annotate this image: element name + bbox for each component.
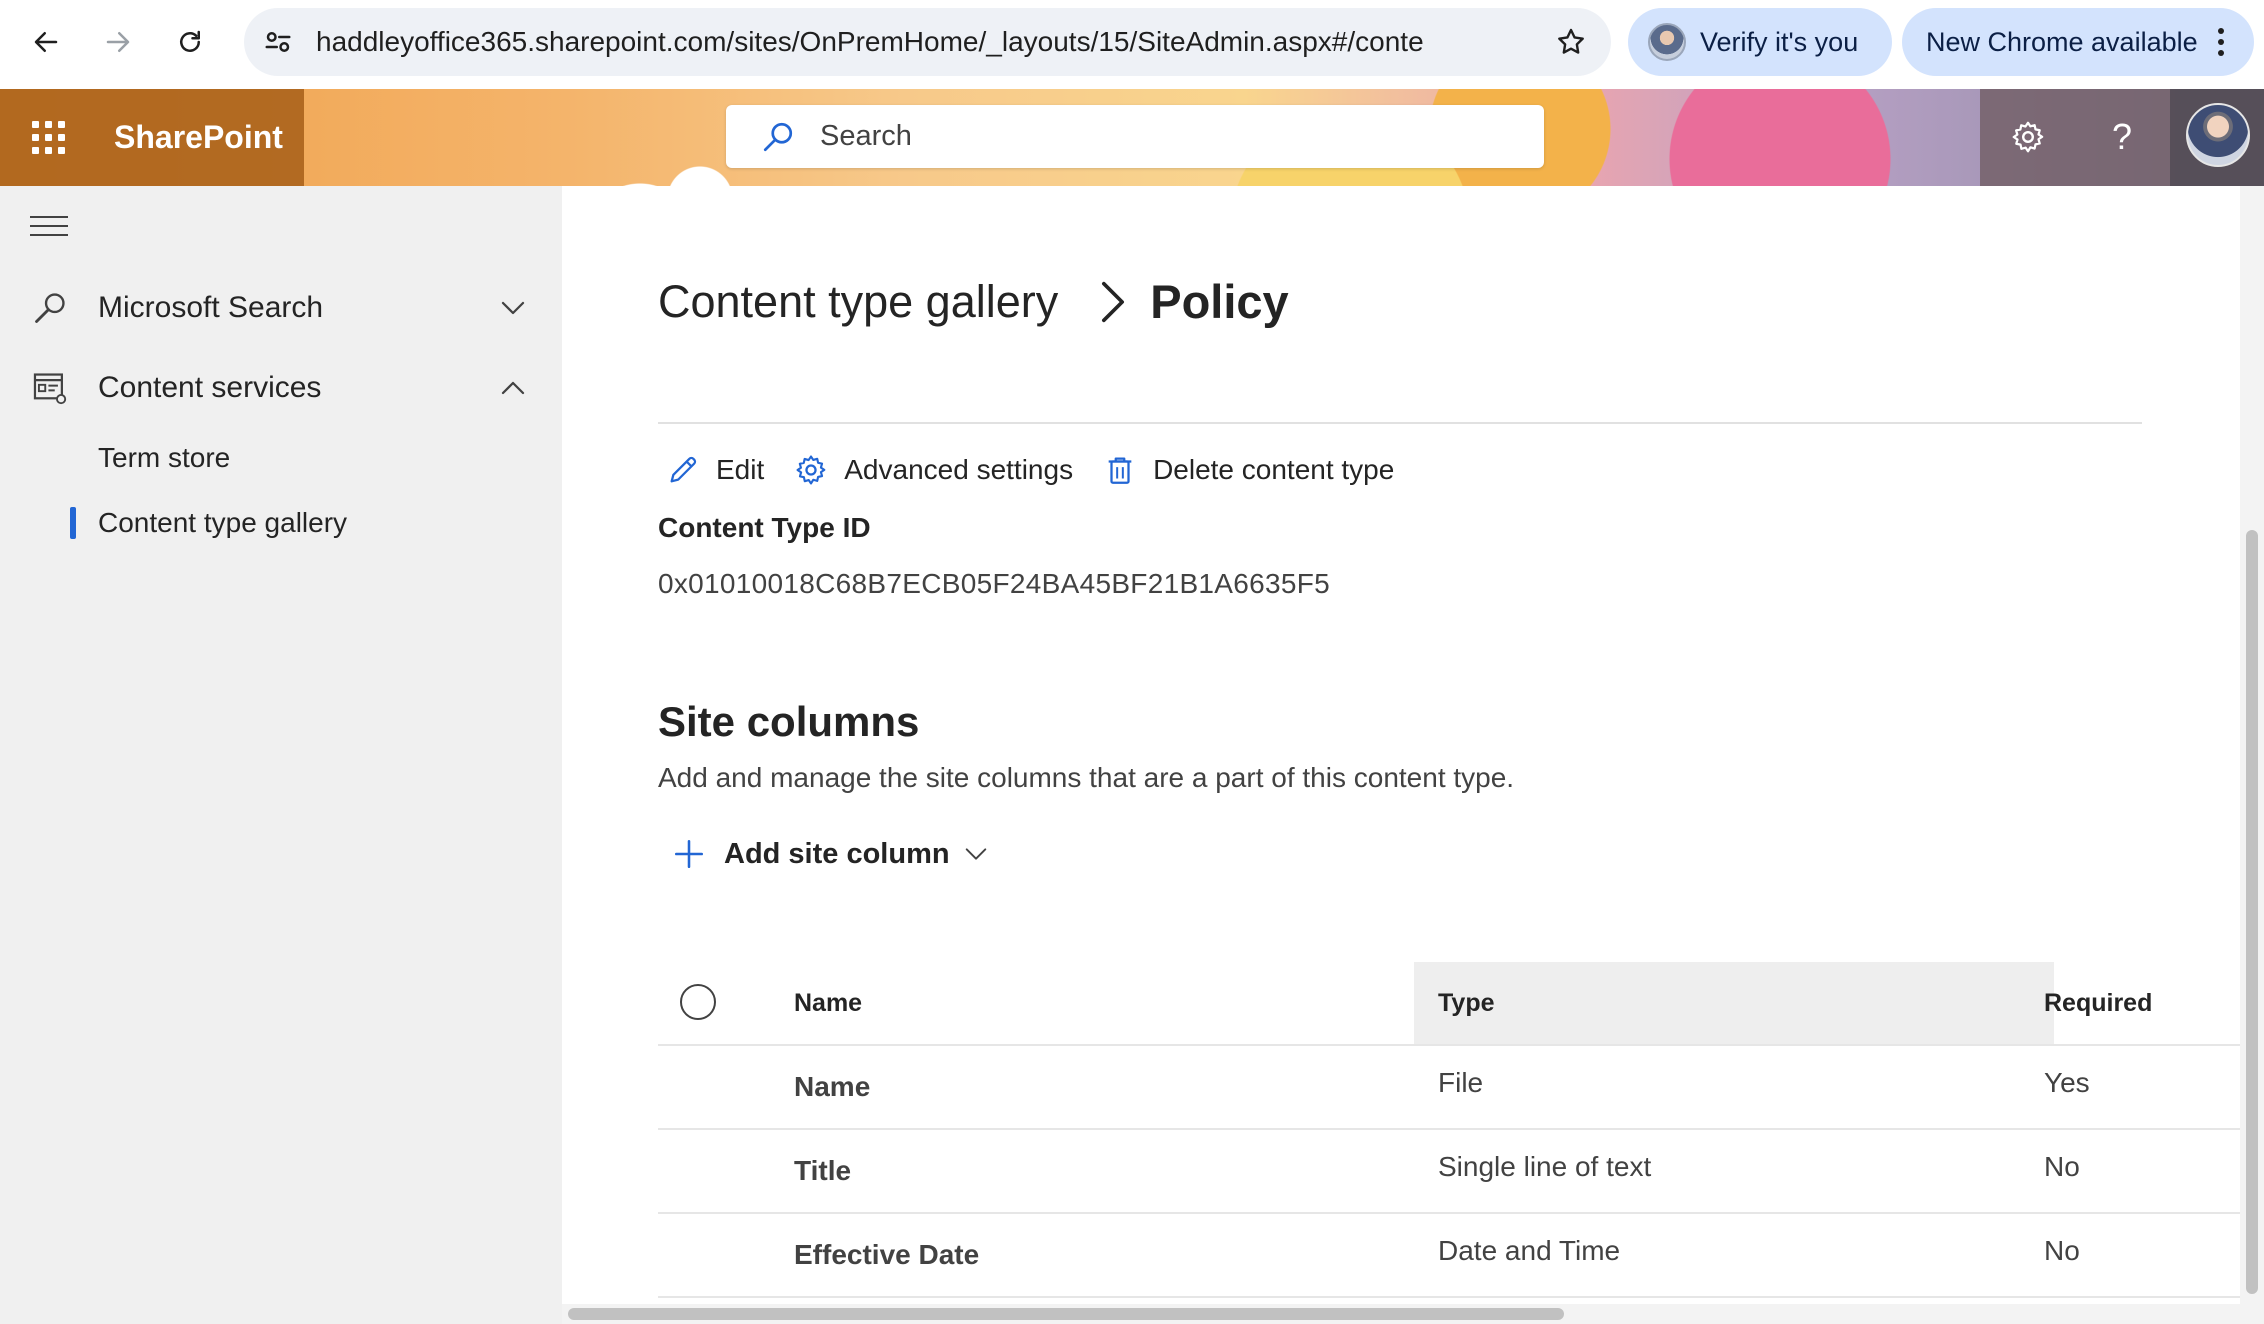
search-placeholder: Search xyxy=(820,120,912,152)
row-type: File xyxy=(1438,1067,1484,1098)
site-info-icon[interactable] xyxy=(260,24,296,60)
reload-icon xyxy=(180,30,200,52)
nav-subitem-content-type-gallery[interactable]: Content type gallery xyxy=(0,495,562,551)
forward-arrow-icon xyxy=(106,32,130,52)
page-title: Policy xyxy=(1150,275,1289,328)
row-required: No xyxy=(2044,1151,2080,1182)
select-all-checkbox[interactable] xyxy=(680,984,716,1020)
site-columns-heading: Site columns xyxy=(658,698,920,745)
add-site-column-label: Add site column xyxy=(724,837,950,870)
row-name: Title xyxy=(794,1155,852,1186)
command-bar: Edit Advanced settings Delete content ty… xyxy=(666,448,1424,492)
account-area[interactable] xyxy=(2170,89,2264,186)
column-header-type[interactable]: Type xyxy=(1438,962,1495,1044)
search-icon xyxy=(763,122,793,151)
nav-subitem-label: Content type gallery xyxy=(98,507,348,538)
sharepoint-brand[interactable]: SharePoint xyxy=(114,119,283,156)
suite-header: SharePoint Search ? xyxy=(0,89,2264,186)
delete-label: Delete content type xyxy=(1153,454,1395,485)
trash-icon xyxy=(1108,457,1132,484)
add-site-column-button[interactable]: Add site column xyxy=(672,832,990,876)
back-arrow-icon xyxy=(34,32,58,52)
column-header-required[interactable]: Required xyxy=(2044,962,2152,1044)
row-required: Yes xyxy=(2044,1067,2090,1098)
help-icon[interactable]: ? xyxy=(2098,113,2146,161)
nav-item-microsoft-search[interactable]: Microsoft Search xyxy=(0,278,562,338)
main-content: Content type gallery Policy Edit Advance… xyxy=(562,186,2240,1304)
settings-gear-icon[interactable] xyxy=(2004,113,2052,161)
table-header: Name Type Required xyxy=(658,962,2240,1046)
browser-toolbar: haddleyoffice365.sharepoint.com/sites/On… xyxy=(0,0,2264,89)
chevron-up-icon[interactable] xyxy=(496,371,530,405)
selected-indicator xyxy=(70,507,76,539)
table-row[interactable]: Title Single line of text No xyxy=(658,1130,2240,1214)
search-input[interactable]: Search xyxy=(726,105,1544,168)
row-required: No xyxy=(2044,1235,2080,1266)
edit-button[interactable]: Edit xyxy=(666,453,764,487)
row-type: Date and Time xyxy=(1438,1235,1621,1266)
row-type: Single line of text xyxy=(1438,1151,1652,1182)
verify-label: Verify it's you xyxy=(1700,26,1859,57)
nav-subitem-label: Term store xyxy=(98,442,231,473)
plus-icon xyxy=(674,839,704,869)
collapse-nav-icon[interactable] xyxy=(30,216,68,236)
content-services-icon xyxy=(30,368,70,408)
vertical-scrollbar[interactable] xyxy=(2240,186,2264,1304)
breadcrumb-parent-link[interactable]: Content type gallery xyxy=(658,276,1058,328)
content-type-id-label: Content Type ID xyxy=(658,512,871,543)
suite-brand-area: SharePoint xyxy=(0,89,304,186)
more-menu-icon[interactable] xyxy=(2217,28,2224,56)
gear-icon xyxy=(796,455,826,485)
update-label: New Chrome available xyxy=(1926,26,2198,57)
reload-button[interactable] xyxy=(164,16,216,68)
verify-identity-button[interactable]: Verify it's you xyxy=(1628,8,1892,76)
nav-item-label: Microsoft Search xyxy=(98,291,324,324)
update-chrome-button[interactable]: New Chrome available xyxy=(1902,8,2254,76)
app-launcher-icon[interactable] xyxy=(0,89,96,186)
delete-content-type-button[interactable]: Delete content type xyxy=(1103,453,1394,487)
forward-button[interactable] xyxy=(92,16,144,68)
pencil-icon xyxy=(670,456,697,483)
url-text[interactable]: haddleyoffice365.sharepoint.com/sites/On… xyxy=(316,8,1426,76)
chevron-right-icon xyxy=(1100,280,1126,324)
advanced-settings-label: Advanced settings xyxy=(844,454,1074,485)
edit-label: Edit xyxy=(716,454,765,485)
row-name: Effective Date xyxy=(794,1239,980,1270)
address-bar[interactable]: haddleyoffice365.sharepoint.com/sites/On… xyxy=(244,8,1611,76)
left-navigation: Microsoft Search Content services Term s… xyxy=(0,186,562,1324)
header-divider xyxy=(658,422,2142,424)
search-icon xyxy=(30,288,70,328)
table-row[interactable]: Name File Yes xyxy=(658,1046,2240,1130)
chevron-down-icon xyxy=(965,848,986,860)
vertical-scroll-thumb[interactable] xyxy=(2246,530,2258,1294)
row-name: Name xyxy=(794,1071,871,1102)
site-columns-table: Name Type Required Name File Yes Title S… xyxy=(658,962,2240,1298)
user-avatar[interactable] xyxy=(2186,103,2250,167)
profile-avatar xyxy=(1648,23,1686,61)
advanced-settings-button[interactable]: Advanced settings xyxy=(794,453,1073,487)
horizontal-scroll-thumb[interactable] xyxy=(568,1308,1564,1320)
nav-item-label: Content services xyxy=(98,371,322,404)
nav-subitem-term-store[interactable]: Term store xyxy=(0,430,562,486)
type-column-highlight xyxy=(1414,962,2054,1044)
column-header-name[interactable]: Name xyxy=(794,962,862,1044)
back-button[interactable] xyxy=(20,16,72,68)
bookmark-star-icon[interactable] xyxy=(1551,22,1591,62)
site-columns-description: Add and manage the site columns that are… xyxy=(658,762,1515,793)
table-row[interactable]: Effective Date Date and Time No xyxy=(658,1214,2240,1298)
chevron-down-icon[interactable] xyxy=(496,291,530,325)
horizontal-scrollbar[interactable] xyxy=(562,1304,2264,1324)
breadcrumb: Content type gallery Policy xyxy=(658,274,1289,329)
nav-item-content-services[interactable]: Content services xyxy=(0,358,562,418)
content-type-id-value: 0x01010018C68B7ECB05F24BA45BF21B1A6635F5 xyxy=(658,568,1331,599)
